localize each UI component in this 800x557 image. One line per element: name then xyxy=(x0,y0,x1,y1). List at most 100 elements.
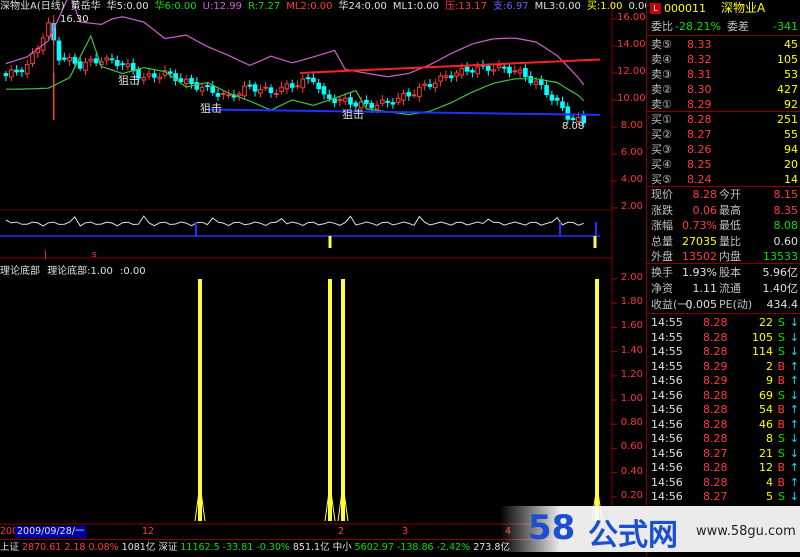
tick-trade-row[interactable]: 14:56 8.27 21 S ↓ xyxy=(647,447,800,462)
indicator-title-line: 理论底部 理论底部:1.00 :0.00 xyxy=(0,262,146,277)
date-cursor-label: 2009/09/28/一 xyxy=(15,526,87,538)
candle-body xyxy=(475,66,480,75)
trade-price: 8.28 xyxy=(703,388,728,402)
indicator-header-line: 深物业A(日线) 黄岳华 华5:0.00 华6:0.00 U:12.99 R:7.27 ML… xyxy=(0,0,657,14)
bid-row[interactable]: 买④ 8.25 20 xyxy=(647,157,800,172)
ask-row[interactable]: 卖⑤ 8.33 45 xyxy=(647,37,800,52)
tick-trade-row[interactable]: 14:55 8.28 114 S ↓ xyxy=(647,345,800,360)
ask-row[interactable]: 卖③ 8.31 53 xyxy=(647,67,800,82)
indicator-axis-label: 1.20 xyxy=(620,368,643,380)
ask-row[interactable]: 卖① 8.29 92 xyxy=(647,97,800,112)
ask-row[interactable]: 卖② 8.30 427 xyxy=(647,82,800,97)
trade-time: 14:55 xyxy=(651,345,683,358)
candle-body xyxy=(24,64,30,75)
tick-trade-row[interactable]: 14:55 8.28 22 S ↓ xyxy=(647,316,800,331)
kline-chart-area[interactable]: | s 深物业A(日线) 黄岳华 华5:0.00 华6:0.00 U:12.99 R:7.2… xyxy=(0,0,651,556)
level2-badge-icon: L xyxy=(650,3,661,14)
indicator-axis-label: 1.40 xyxy=(620,344,643,356)
candle-body xyxy=(496,64,502,69)
ask-label: 卖① xyxy=(651,98,672,111)
trade-volume: 9 xyxy=(766,374,773,387)
candle-body xyxy=(120,63,125,66)
candle-body xyxy=(438,75,443,82)
candle-body xyxy=(385,100,390,103)
candle-body xyxy=(342,97,348,102)
oscillator-line xyxy=(5,215,584,227)
trade-time: 14:56 xyxy=(651,417,683,431)
index-label[interactable]: 中小 xyxy=(333,542,352,553)
indicator-axis-label: 0.80 xyxy=(620,417,643,429)
candle-body xyxy=(311,77,316,83)
tick-trade-row[interactable]: 14:56 8.29 9 B ↑ xyxy=(647,374,800,389)
fundamental-row: 收益(一) 0.005 PE(动) 434.4 xyxy=(647,297,800,312)
tick-trade-row[interactable]: 14:56 8.28 69 S ↓ xyxy=(647,389,800,404)
trade-flag: ↑ xyxy=(789,374,799,387)
candle-body xyxy=(507,66,512,74)
trade-volume: 114 xyxy=(752,345,773,358)
bid-price: 8.24 xyxy=(687,173,712,186)
ask-volume: 427 xyxy=(777,83,798,96)
stock-name[interactable]: 深物业A xyxy=(721,0,765,17)
candle-body xyxy=(62,57,67,60)
bid-price: 8.25 xyxy=(687,158,712,171)
trade-side: B xyxy=(777,374,785,387)
candle-body xyxy=(194,82,200,90)
tick-trade-row[interactable]: 14:56 8.28 8 S ↓ xyxy=(647,432,800,447)
candle-body xyxy=(380,99,385,104)
tick-trade-row[interactable]: 14:55 8.29 2 B ↑ xyxy=(647,360,800,375)
candle-body xyxy=(321,86,327,95)
trade-price: 8.28 xyxy=(703,461,728,474)
trade-flag: ↑ xyxy=(789,403,799,416)
stock-code[interactable]: 000011 xyxy=(664,0,706,17)
index-label[interactable]: 上证 xyxy=(0,542,19,553)
header-item: ML1:0.00 xyxy=(392,1,440,12)
candle-body xyxy=(459,67,465,76)
stat-value: 0.06 xyxy=(692,203,718,217)
bid-row[interactable]: 买① 8.28 251 xyxy=(647,112,800,127)
index-label[interactable]: 深证 xyxy=(158,542,177,553)
candle-body xyxy=(570,117,576,120)
price-axis-label: 6.00 xyxy=(620,147,643,158)
ask-volume: 105 xyxy=(777,53,798,66)
bid-row[interactable]: 买② 8.27 55 xyxy=(647,127,800,142)
ask-volume: 45 xyxy=(784,38,798,51)
trade-flag: ↑ xyxy=(789,475,799,489)
trade-side: S xyxy=(778,388,785,402)
index-pct: 0.08% xyxy=(88,542,119,553)
trade-price: 8.28 xyxy=(703,316,728,329)
trade-volume: 12 xyxy=(759,461,773,474)
candle-body xyxy=(72,56,78,64)
trade-price: 8.28 xyxy=(703,432,728,445)
candle-body xyxy=(528,76,534,84)
bid-label: 买③ xyxy=(651,143,672,156)
trade-time: 14:56 xyxy=(651,432,683,445)
price-axis-label: 2.00 xyxy=(620,201,643,212)
bid-row[interactable]: 买③ 8.26 94 xyxy=(647,142,800,157)
trade-side: B xyxy=(777,475,785,489)
snipe-label: 狙击 xyxy=(200,102,222,115)
indicator-value: :0.00 xyxy=(120,266,146,277)
trade-flag: ↑ xyxy=(789,359,799,373)
trade-volume: 69 xyxy=(759,388,773,402)
candle-body xyxy=(141,77,147,81)
tick-trade-row[interactable]: 14:56 8.28 54 B ↑ xyxy=(647,403,800,418)
index-amount: 1081亿 xyxy=(121,542,156,553)
tick-trade-row[interactable]: 14:56 8.28 4 B ↑ xyxy=(647,476,800,491)
candle-body xyxy=(274,92,279,95)
ask-row[interactable]: 卖④ 8.32 105 xyxy=(647,52,800,67)
oscillator-marker-icon: | xyxy=(44,250,47,260)
ask-label: 卖⑤ xyxy=(651,38,672,51)
trade-time: 14:56 xyxy=(651,446,683,460)
candle-body xyxy=(422,83,427,86)
price-axis-label: 16.00 xyxy=(617,12,646,23)
header-item: R:7.27 xyxy=(247,1,281,12)
tick-trade-row[interactable]: 14:56 8.28 46 B ↑ xyxy=(647,418,800,433)
tick-trade-row[interactable]: 14:55 8.28 105 S ↓ xyxy=(647,331,800,346)
candle-body xyxy=(9,69,14,78)
candle-body xyxy=(56,40,62,61)
ask-label: 卖④ xyxy=(651,53,672,66)
stock-period-title[interactable]: 深物业A(日线) xyxy=(0,1,65,12)
tick-trade-row[interactable]: 14:56 8.28 12 B ↑ xyxy=(647,461,800,476)
bid-row[interactable]: 买⑤ 8.24 14 xyxy=(647,172,800,187)
trade-flag: ↑ xyxy=(789,461,799,474)
